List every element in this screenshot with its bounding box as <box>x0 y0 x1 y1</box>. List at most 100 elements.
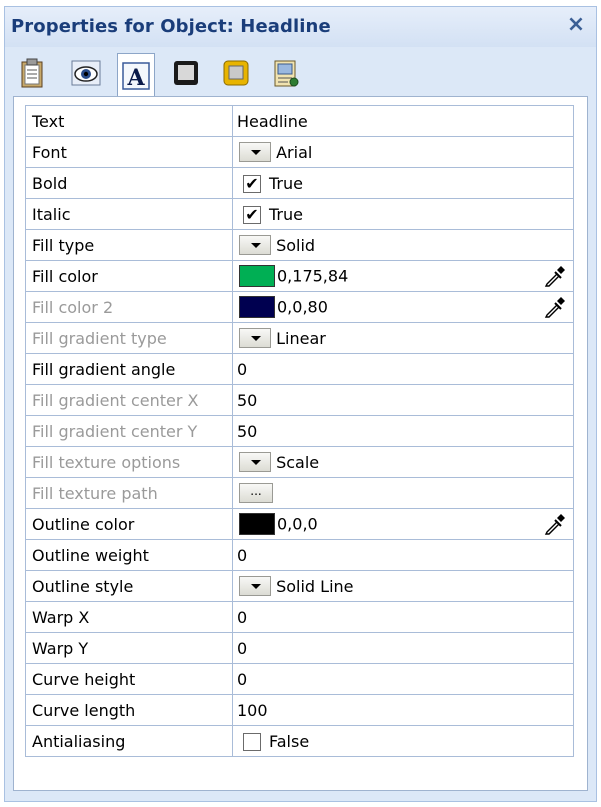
texture-options-value: Scale <box>276 452 320 472</box>
outline-color-value: 0,0,0 <box>277 514 318 534</box>
gradient-angle-value: 0 <box>237 360 248 379</box>
bold-value: True <box>269 174 303 193</box>
row-antialiasing: Antialiasing False <box>25 725 574 757</box>
property-name: Warp X <box>25 601 233 633</box>
clipboard-icon <box>21 58 43 88</box>
frame-icon <box>174 61 198 85</box>
gradient-center-x-field[interactable]: 50 <box>232 384 574 416</box>
fill-color-field[interactable]: 0,175,84 <box>232 260 574 292</box>
gradient-center-y-value: 50 <box>237 422 258 441</box>
property-name: Outline weight <box>25 539 233 571</box>
properties-panel: Properties for Object: Headline × A Text… <box>4 6 597 802</box>
row-fill-color-2: Fill color 2 0,0,80 <box>25 291 574 323</box>
fill-color-2-value: 0,0,80 <box>277 297 328 317</box>
row-outline-color: Outline color 0,0,0 <box>25 508 574 540</box>
row-fill-type: Fill type Solid <box>25 229 574 261</box>
fill-type-value: Solid <box>276 235 316 255</box>
property-name: Bold <box>25 167 233 199</box>
row-gradient-angle: Fill gradient angle 0 <box>25 353 574 385</box>
gradient-type-select[interactable]: Linear <box>232 322 574 354</box>
eyedropper-icon[interactable] <box>543 264 567 288</box>
eyedropper-icon[interactable] <box>543 295 567 319</box>
gradient-angle-field[interactable]: 0 <box>232 353 574 385</box>
warp-y-field[interactable]: 0 <box>232 632 574 664</box>
property-name: Curve length <box>25 694 233 726</box>
property-name: Fill type <box>25 229 233 261</box>
curve-length-value: 100 <box>237 701 268 720</box>
warp-y-value: 0 <box>237 639 248 658</box>
warp-x-field[interactable]: 0 <box>232 601 574 633</box>
bold-checkbox[interactable]: ✔ <box>243 174 261 193</box>
eye-icon <box>71 60 101 86</box>
curve-height-value: 0 <box>237 670 248 689</box>
property-name: Warp Y <box>25 632 233 664</box>
property-name: Outline style <box>25 570 233 602</box>
property-grid-frame: Text Headline Font Arial Bold ✔ True Ital… <box>13 96 588 791</box>
fill-color-swatch[interactable] <box>239 265 275 287</box>
property-name: Fill gradient type <box>25 322 233 354</box>
eyedropper-icon[interactable] <box>543 512 567 536</box>
font-select[interactable]: Arial <box>232 136 574 168</box>
row-outline-weight: Outline weight 0 <box>25 539 574 571</box>
title-bar: Properties for Object: Headline × <box>5 7 596 47</box>
dropdown-arrow-icon[interactable] <box>239 452 271 473</box>
fill-type-select[interactable]: Solid <box>232 229 574 261</box>
row-warp-y: Warp Y 0 <box>25 632 574 664</box>
dropdown-arrow-icon[interactable] <box>239 142 271 163</box>
text-a-icon: A <box>122 61 150 91</box>
antialiasing-value: False <box>269 732 310 751</box>
tab-text[interactable]: A <box>117 53 155 97</box>
row-fill-color: Fill color 0,175,84 <box>25 260 574 292</box>
panel-title: Properties for Object: Headline <box>11 16 331 37</box>
gradient-center-y-field[interactable]: 50 <box>232 415 574 447</box>
row-font: Font Arial <box>25 136 574 168</box>
dropdown-arrow-icon[interactable] <box>239 576 271 597</box>
gradient-center-x-value: 50 <box>237 391 258 410</box>
tab-visibility[interactable] <box>67 54 105 92</box>
curve-length-field[interactable]: 100 <box>232 694 574 726</box>
outline-color-swatch[interactable] <box>239 513 275 535</box>
row-outline-style: Outline style Solid Line <box>25 570 574 602</box>
document-properties-icon <box>274 60 299 87</box>
property-name: Fill color <box>25 260 233 292</box>
row-bold: Bold ✔ True <box>25 167 574 199</box>
tab-shadow[interactable] <box>217 54 255 92</box>
warp-x-value: 0 <box>237 608 248 627</box>
italic-field: ✔ True <box>232 198 574 230</box>
fill-color-value: 0,175,84 <box>277 266 349 286</box>
outline-style-select[interactable]: Solid Line <box>232 570 574 602</box>
font-value: Arial <box>276 142 313 162</box>
row-gradient-type: Fill gradient type Linear <box>25 322 574 354</box>
browse-button[interactable]: ... <box>239 483 273 504</box>
property-grid: Text Headline Font Arial Bold ✔ True Ital… <box>25 105 574 757</box>
texture-options-select[interactable]: Scale <box>232 446 574 478</box>
close-icon[interactable]: × <box>564 13 588 37</box>
toolbar: A <box>5 47 596 99</box>
fill-color-2-field[interactable]: 0,0,80 <box>232 291 574 323</box>
row-curve-length: Curve length 100 <box>25 694 574 726</box>
row-gradient-center-y: Fill gradient center Y 50 <box>25 415 574 447</box>
italic-checkbox[interactable]: ✔ <box>243 205 261 224</box>
row-texture-options: Fill texture options Scale <box>25 446 574 478</box>
dropdown-arrow-icon[interactable] <box>239 328 271 349</box>
curve-height-field[interactable]: 0 <box>232 663 574 695</box>
property-name: Fill gradient center X <box>25 384 233 416</box>
property-name: Fill color 2 <box>25 291 233 323</box>
text-value: Headline <box>237 112 308 131</box>
property-name: Fill gradient center Y <box>25 415 233 447</box>
dropdown-arrow-icon[interactable] <box>239 235 271 256</box>
fill-color-2-swatch[interactable] <box>239 296 275 318</box>
antialiasing-field: False <box>232 725 574 757</box>
outline-weight-field[interactable]: 0 <box>232 539 574 571</box>
text-value-field[interactable]: Headline <box>232 105 574 137</box>
property-name: Fill texture options <box>25 446 233 478</box>
texture-path-field: ... <box>232 477 574 509</box>
gradient-type-value: Linear <box>276 328 326 348</box>
outline-color-field[interactable]: 0,0,0 <box>232 508 574 540</box>
tab-frame[interactable] <box>167 54 205 92</box>
property-name: Text <box>25 105 233 137</box>
antialiasing-checkbox[interactable] <box>243 732 261 751</box>
svg-text:A: A <box>126 65 145 91</box>
tab-document[interactable] <box>267 54 305 92</box>
tab-clipboard[interactable] <box>13 54 51 92</box>
